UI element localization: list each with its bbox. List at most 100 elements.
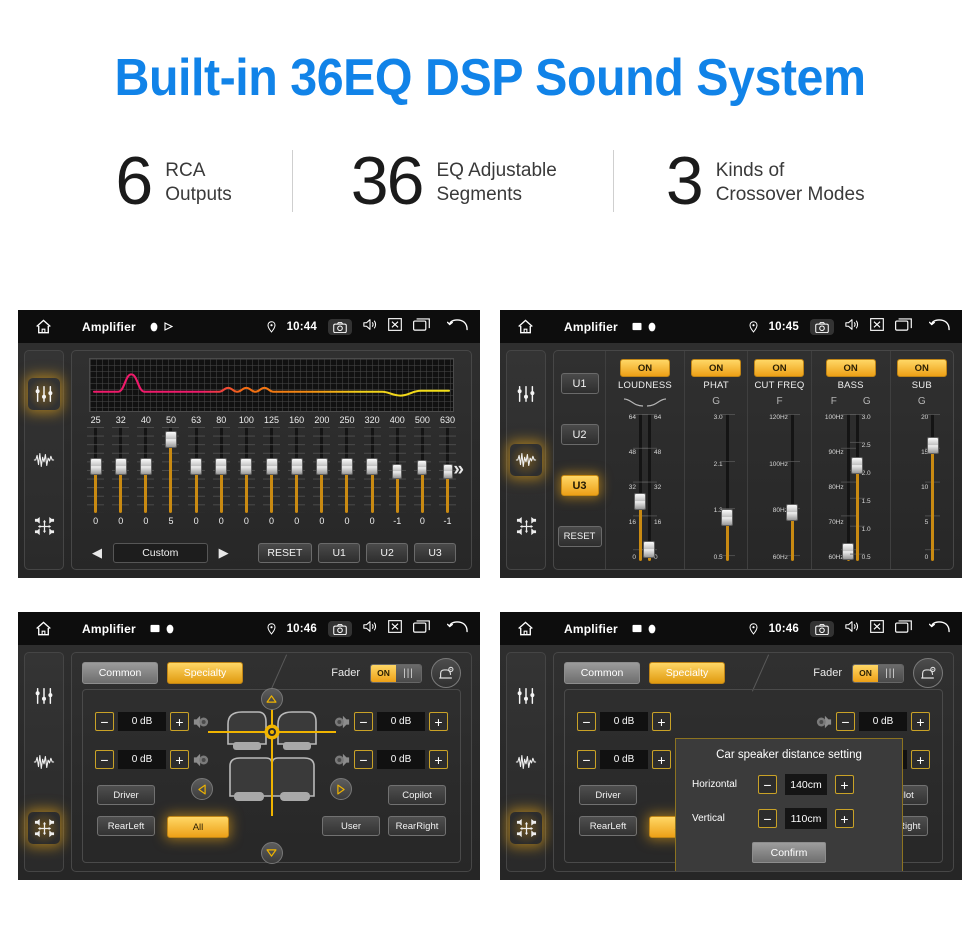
tab-specialty[interactable]: Specialty (649, 662, 725, 684)
preset-u2-button[interactable]: U2 (560, 424, 599, 445)
eq-slider[interactable]: 0 (309, 427, 334, 540)
home-icon[interactable] (512, 319, 538, 334)
nudge-left-button[interactable] (191, 778, 213, 800)
close-icon[interactable] (388, 317, 402, 336)
confirm-button[interactable]: Confirm (752, 842, 826, 863)
sidebar-item-equalizer[interactable] (28, 378, 60, 410)
increase-button[interactable]: + (429, 750, 448, 769)
increase-button[interactable]: + (835, 809, 854, 828)
back-icon[interactable] (928, 620, 950, 638)
preset-u1-button[interactable]: U1 (318, 543, 361, 563)
sidebar-item-crossover[interactable] (510, 746, 542, 778)
eq-slider[interactable]: 0 (284, 427, 309, 540)
eq-slider[interactable]: 0 (108, 427, 133, 540)
decrease-button[interactable]: − (758, 809, 777, 828)
volume-icon[interactable] (845, 318, 859, 336)
sidebar-item-balance[interactable] (510, 812, 542, 844)
bass-toggle[interactable]: ON (825, 359, 876, 377)
preset-name[interactable]: Custom (113, 543, 208, 563)
back-icon[interactable] (928, 318, 950, 336)
recents-icon[interactable] (895, 619, 912, 638)
preset-prev-button[interactable]: ◀ (87, 545, 107, 561)
sidebar-item-crossover[interactable] (510, 444, 542, 476)
camera-icon[interactable] (328, 620, 352, 637)
volume-icon[interactable] (845, 620, 859, 638)
recents-icon[interactable] (413, 317, 430, 336)
sidebar-item-balance[interactable] (28, 812, 60, 844)
decrease-button[interactable]: − (758, 775, 777, 794)
reset-button[interactable]: RESET (557, 526, 602, 547)
back-icon[interactable] (446, 620, 468, 638)
sub-gain-slider[interactable]: 20151050 (906, 412, 941, 563)
decrease-button[interactable]: − (577, 750, 596, 769)
tab-common[interactable]: Common (564, 662, 640, 684)
increase-button[interactable]: + (429, 712, 448, 731)
tab-specialty[interactable]: Specialty (167, 662, 243, 684)
volume-icon[interactable] (363, 318, 377, 336)
eq-slider[interactable]: -1 (435, 427, 460, 540)
increase-button[interactable]: + (652, 750, 671, 769)
position-rearleft-button[interactable]: RearLeft (97, 816, 155, 836)
sidebar-item-equalizer[interactable] (510, 680, 542, 712)
decrease-button[interactable]: − (95, 712, 114, 731)
reset-button[interactable]: RESET (257, 543, 313, 563)
eq-slider[interactable]: 5 (158, 427, 183, 540)
increase-button[interactable]: + (170, 712, 189, 731)
loudness-toggle[interactable]: ON (619, 359, 670, 377)
sidebar-item-balance[interactable] (510, 510, 542, 542)
nudge-right-button[interactable] (330, 778, 352, 800)
preset-u3-button[interactable]: U3 (560, 475, 599, 496)
decrease-button[interactable]: − (95, 750, 114, 769)
fader-toggle[interactable]: ON ||| (370, 663, 422, 683)
preset-u2-button[interactable]: U2 (366, 543, 409, 563)
bass-freq-slider[interactable]: 100Hz 90Hz 80Hz 70Hz 60Hz (818, 412, 856, 563)
decrease-button[interactable]: − (577, 712, 596, 731)
chevron-double-right-icon[interactable]: » (453, 459, 464, 481)
sidebar-item-crossover[interactable] (28, 444, 60, 476)
sidebar-item-crossover[interactable] (28, 746, 60, 778)
nudge-down-button[interactable] (260, 842, 283, 864)
sub-toggle[interactable]: ON (896, 359, 947, 377)
car-speaker-distance-button[interactable] (431, 658, 461, 688)
eq-slider[interactable]: 0 (133, 427, 158, 540)
phat-gain-slider[interactable]: 3.0 2.1 1.3 0.5 (701, 412, 735, 563)
tab-common[interactable]: Common (82, 662, 158, 684)
eq-slider[interactable]: 0 (334, 427, 359, 540)
close-icon[interactable] (870, 619, 884, 638)
sidebar-item-balance[interactable] (28, 510, 60, 542)
preset-u1-button[interactable]: U1 (560, 373, 599, 394)
eq-slider[interactable]: 0 (259, 427, 284, 540)
increase-button[interactable]: + (835, 775, 854, 794)
sidebar-item-equalizer[interactable] (28, 680, 60, 712)
position-rearleft-button[interactable]: RearLeft (579, 816, 637, 836)
fader-toggle[interactable]: ON ||| (852, 663, 904, 683)
car-speaker-distance-button[interactable] (913, 658, 943, 688)
bass-gain-slider[interactable]: 3.0 2.5 2.0 1.5 1.0 0.5 (849, 412, 884, 563)
cutfreq-slider[interactable]: 120Hz 100Hz 80Hz 60Hz (762, 412, 800, 563)
sidebar-item-equalizer[interactable] (510, 378, 542, 410)
nudge-up-button[interactable] (260, 688, 283, 710)
volume-icon[interactable] (363, 620, 377, 638)
position-driver-button[interactable]: Driver (97, 785, 155, 805)
increase-button[interactable]: + (170, 750, 189, 769)
decrease-button[interactable]: − (836, 712, 855, 731)
close-icon[interactable] (388, 619, 402, 638)
close-icon[interactable] (870, 317, 884, 336)
camera-icon[interactable] (328, 318, 352, 335)
phat-toggle[interactable]: ON (691, 359, 742, 377)
home-icon[interactable] (30, 319, 56, 334)
increase-button[interactable]: + (652, 712, 671, 731)
eq-slider[interactable]: 0 (410, 427, 435, 540)
decrease-button[interactable]: − (354, 712, 373, 731)
position-copilot-button[interactable]: Copilot (388, 785, 446, 805)
eq-slider[interactable]: 0 (83, 427, 108, 540)
position-driver-button[interactable]: Driver (579, 785, 637, 805)
loudness-slider-right[interactable]: 644832160 (641, 412, 676, 563)
eq-slider[interactable]: 0 (234, 427, 259, 540)
eq-slider[interactable]: -1 (385, 427, 410, 540)
increase-button[interactable]: + (911, 750, 930, 769)
position-user-button[interactable]: User (322, 816, 380, 836)
recents-icon[interactable] (895, 317, 912, 336)
camera-icon[interactable] (810, 318, 834, 335)
eq-slider[interactable]: 0 (209, 427, 234, 540)
